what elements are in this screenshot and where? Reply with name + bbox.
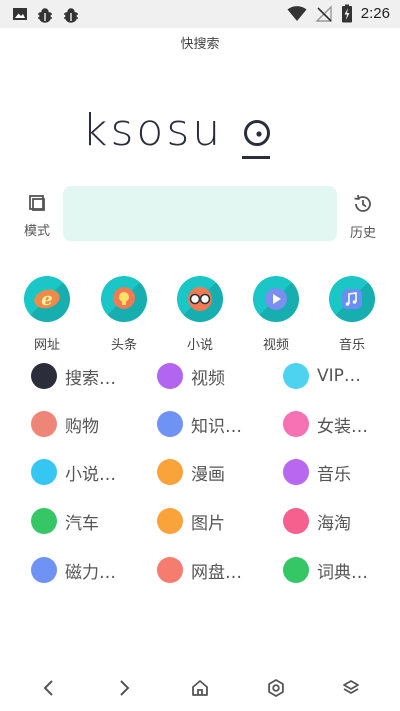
category-label: 搜索… [65,368,116,389]
category-label: 图片 [191,513,225,534]
shortcut-headlines[interactable]: 头条 [94,276,154,353]
lightbulb-icon [113,287,135,309]
svg-text:e: e [41,289,52,310]
search-input[interactable] [63,186,337,241]
category-label: 视频 [191,368,225,389]
shortcut-label: 网址 [33,338,60,353]
settings-button[interactable] [262,674,290,702]
category-label: 汽车 [65,513,99,534]
mode-label: 模式 [23,224,50,239]
tabs-copy-icon [29,195,45,211]
category-item[interactable]: 漫画 [157,458,225,486]
category-label: 音乐 [317,464,351,485]
category-item[interactable]: 磁力… [31,556,116,584]
shortcut-video[interactable]: 视频 [246,276,306,353]
category-item[interactable]: 音乐 [283,458,351,486]
image-icon [13,8,27,20]
category-dot [31,459,57,485]
category-label: 知识… [191,416,242,437]
shortcut-url[interactable]: e 网址 [17,276,77,353]
category-dot [157,363,183,389]
category-dot [157,557,183,583]
bug-icon [64,8,78,23]
category-item[interactable]: 海淘 [283,507,351,535]
category-item[interactable]: 购物 [31,410,99,438]
back-button[interactable] [35,674,63,702]
category-dot [157,508,183,534]
category-item[interactable]: VIP… [283,362,361,390]
music-note-icon [342,289,362,309]
category-item[interactable]: 图片 [157,507,225,535]
category-dot [283,363,309,389]
wifi-icon [287,5,307,21]
shortcut-circle [329,276,375,322]
layers-button[interactable] [337,674,365,702]
shortcut-circle [253,276,299,322]
category-item[interactable]: 搜索… [31,362,116,390]
category-dot [283,411,309,437]
mode-button[interactable]: 模式 [18,193,56,239]
category-dot [157,411,183,437]
glasses-icon [188,287,212,311]
category-dot [283,459,309,485]
category-item[interactable]: 词典… [283,556,368,584]
status-left [12,5,80,23]
category-label: 购物 [65,416,99,437]
shortcut-label: 视频 [262,338,289,353]
history-label: 历史 [349,226,376,241]
no-signal-icon [315,4,332,22]
shortcut-circle [101,276,147,322]
category-label: VIP… [317,366,361,386]
forward-icon [120,680,130,696]
status-bar: 2:26 [0,0,400,28]
battery-charging-icon [341,4,352,23]
shortcut-label: 音乐 [338,338,365,353]
category-dot [157,459,183,485]
category-dot [283,557,309,583]
layers-icon [343,680,359,694]
shortcut-circle: e [24,276,70,322]
category-label: 海淘 [317,513,351,534]
category-label: 网盘… [191,562,242,583]
category-dot [31,557,57,583]
status-right: 2:26 [287,4,390,23]
shortcut-circle [177,276,223,322]
settings-icon [268,679,284,697]
ie-browser-icon: e [34,289,60,310]
category-item[interactable]: 女装… [283,410,368,438]
category-item[interactable]: 汽车 [31,507,99,535]
category-item[interactable]: 视频 [157,362,225,390]
category-dot [31,363,57,389]
ksosu-logo: ksosu [82,105,270,159]
category-dot [283,508,309,534]
category-label: 漫画 [191,464,225,485]
category-label: 女装… [317,416,368,437]
app-title: 快搜索 [180,37,220,52]
history-icon [354,194,371,212]
shortcut-novel[interactable]: 小说 [170,276,230,353]
shortcut-label: 小说 [186,338,213,353]
category-item[interactable]: 知识… [157,410,242,438]
shortcut-row: e 网址 头条 小说 视频 音乐 [0,276,400,356]
category-dot [31,411,57,437]
category-item[interactable]: 网盘… [157,556,242,584]
category-label: 磁力… [65,562,116,583]
category-item[interactable]: 小说… [31,458,116,486]
history-button[interactable]: 历史 [344,193,382,241]
bottom-nav [0,668,400,708]
logo-text: ksosu [82,105,223,156]
shortcut-music[interactable]: 音乐 [322,276,382,353]
category-dot [31,508,57,534]
bug-icon [38,8,52,23]
home-icon [192,680,208,696]
category-label: 小说… [65,464,116,485]
status-time: 2:26 [360,5,390,22]
back-icon [43,680,53,696]
film-play-icon [265,288,287,310]
home-button[interactable] [186,674,214,702]
forward-button[interactable] [110,674,138,702]
shortcut-label: 头条 [110,338,137,353]
category-label: 词典… [317,562,368,583]
